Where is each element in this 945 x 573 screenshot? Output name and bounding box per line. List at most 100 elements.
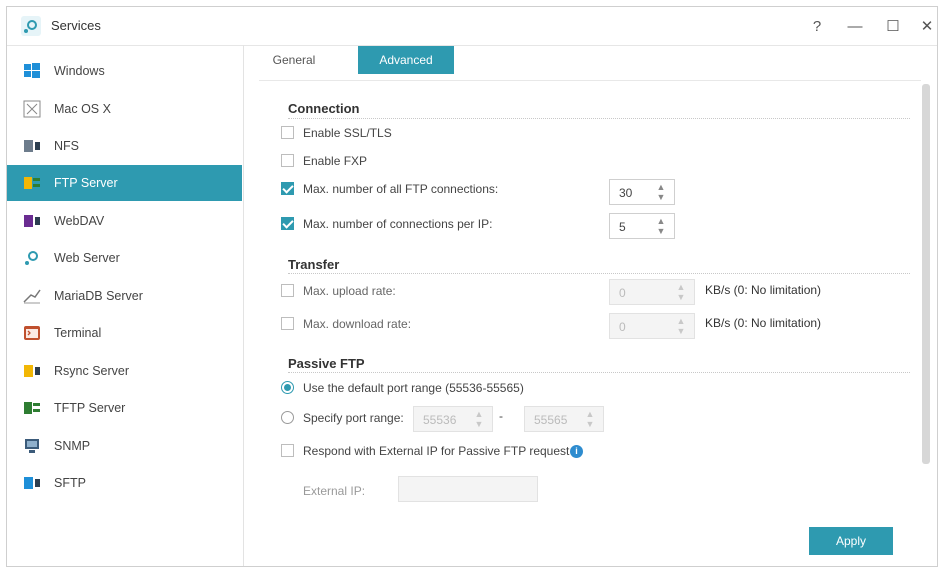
sidebar-item-label: WebDAV [54,214,105,228]
spinner-value: 30 [619,186,633,200]
max-upload-rate-label: Max. upload rate: [303,284,396,298]
ftp-icon [24,177,40,189]
sidebar-item-snmp[interactable]: SNMP [7,428,242,464]
max-ip-connections-checkbox[interactable] [281,217,294,230]
tab-advanced[interactable]: Advanced [358,46,454,74]
nfs-icon [24,140,40,152]
content-scrollbar[interactable] [922,84,930,464]
spinner-arrows-icon[interactable]: ▲ ▼ [676,282,686,302]
help-icon: ? [812,17,822,35]
sidebar-item-mariadb-server[interactable]: MariaDB Server [7,278,242,314]
max-all-connections-label: Max. number of all FTP connections: [303,182,499,196]
sftp-icon [24,477,40,489]
download-unit-label: KB/s (0: No limitation) [705,316,822,330]
enable-ssl-label: Enable SSL/TLS [303,126,392,140]
sidebar-item-label: FTP Server [54,176,118,190]
sidebar-item-tftp-server[interactable]: TFTP Server [7,390,242,426]
sidebar-item-macos[interactable]: Mac OS X [7,91,242,127]
spinner-arrows-icon[interactable]: ▲ ▼ [585,409,595,429]
specify-port-range-radio[interactable] [281,411,294,424]
minimize-button[interactable]: — [841,13,869,39]
tftp-icon [24,402,40,414]
title-bar: Services ? — ☐ ✕ [7,7,937,46]
webdav-icon [24,215,40,227]
specify-port-range-label: Specify port range: [303,411,404,425]
sidebar-item-terminal[interactable]: Terminal [7,315,242,351]
default-port-range-label: Use the default port range (55536-55565) [303,381,524,395]
enable-fxp-label: Enable FXP [303,154,368,168]
max-upload-rate-spinner[interactable]: 0 ▲ ▼ [609,279,695,305]
spinner-arrows-icon[interactable]: ▲ ▼ [656,216,666,236]
section-divider [288,118,910,119]
port-range-to-spinner[interactable]: 55565 ▲ ▼ [524,406,604,432]
spinner-value: 55536 [423,413,457,427]
upload-unit-label: KB/s (0: No limitation) [705,283,822,297]
spinner-value: 5 [619,220,626,234]
web-server-icon [25,251,38,265]
services-app-icon [21,16,41,36]
spinner-arrows-icon[interactable]: ▲ ▼ [676,316,686,336]
terminal-icon [24,326,40,340]
sidebar-item-label: SFTP [54,476,86,490]
spinner-value: 0 [619,286,626,300]
section-divider [288,273,910,274]
spinner-value: 0 [619,320,626,334]
enable-ssl-checkbox[interactable] [281,126,294,139]
close-button[interactable]: ✕ [913,13,941,39]
maximize-button[interactable]: ☐ [879,13,907,39]
spinner-value: 55565 [534,413,568,427]
sidebar-item-ftp-server[interactable]: FTP Server [7,165,242,201]
sidebar-item-label: Terminal [54,326,102,340]
sidebar-item-label: Mac OS X [54,102,111,116]
max-download-rate-checkbox[interactable] [281,317,294,330]
sidebar-item-sftp[interactable]: SFTP [7,465,242,501]
section-heading-passive-ftp: Passive FTP [288,356,365,371]
sidebar-item-webdav[interactable]: WebDAV [7,203,242,239]
sidebar-item-label: Windows [54,64,105,78]
external-ip-field-label: External IP: [303,484,366,498]
port-range-from-spinner[interactable]: 55536 ▲ ▼ [413,406,493,432]
external-ip-checkbox[interactable] [281,444,294,457]
minimize-icon: — [847,17,863,35]
rsync-icon [24,365,40,377]
tab-general[interactable]: General [259,46,329,74]
maximize-icon: ☐ [886,18,900,35]
help-button[interactable]: ? [803,13,831,39]
sidebar-item-label: TFTP Server [54,401,126,415]
window-title: Services [51,18,101,33]
enable-fxp-checkbox[interactable] [281,154,294,167]
sidebar-item-nfs[interactable]: NFS [7,128,242,164]
snmp-icon [25,439,39,453]
sidebar-item-label: Rsync Server [54,364,130,378]
windows-icon [24,63,40,78]
default-port-range-radio[interactable] [281,381,294,394]
max-ip-connections-label: Max. number of connections per IP: [303,217,493,231]
max-download-rate-spinner[interactable]: 0 ▲ ▼ [609,313,695,339]
spinner-arrows-icon[interactable]: ▲ ▼ [656,182,666,202]
sidebar-item-label: SNMP [54,439,91,453]
max-upload-rate-checkbox[interactable] [281,284,294,297]
max-all-connections-spinner[interactable]: 30 ▲ ▼ [609,179,675,205]
sidebar-item-label: NFS [54,139,79,153]
info-icon[interactable]: i [570,445,583,458]
section-divider [288,372,910,373]
sidebar-item-windows[interactable]: Windows [7,53,242,89]
tab-divider [259,80,921,81]
sidebar-item-label: Web Server [54,251,120,265]
sidebar-item-rsync-server[interactable]: Rsync Server [7,353,242,389]
max-all-connections-checkbox[interactable] [281,182,294,195]
max-download-rate-label: Max. download rate: [303,317,412,331]
port-range-separator: - [499,409,503,423]
section-heading-connection: Connection [288,101,360,116]
external-ip-input[interactable] [398,476,538,502]
sidebar: Windows Mac OS X NFS FTP Server WebDAV W… [7,45,244,566]
sidebar-item-web-server[interactable]: Web Server [7,240,242,276]
apply-button[interactable]: Apply [809,527,893,555]
spinner-arrows-icon[interactable]: ▲ ▼ [474,409,484,429]
external-ip-checkbox-label: Respond with External IP for Passive FTP… [303,444,570,458]
close-icon: ✕ [920,18,934,35]
mariadb-icon [23,289,41,304]
section-heading-transfer: Transfer [288,257,340,272]
sidebar-item-label: MariaDB Server [54,289,143,303]
max-ip-connections-spinner[interactable]: 5 ▲ ▼ [609,213,675,239]
